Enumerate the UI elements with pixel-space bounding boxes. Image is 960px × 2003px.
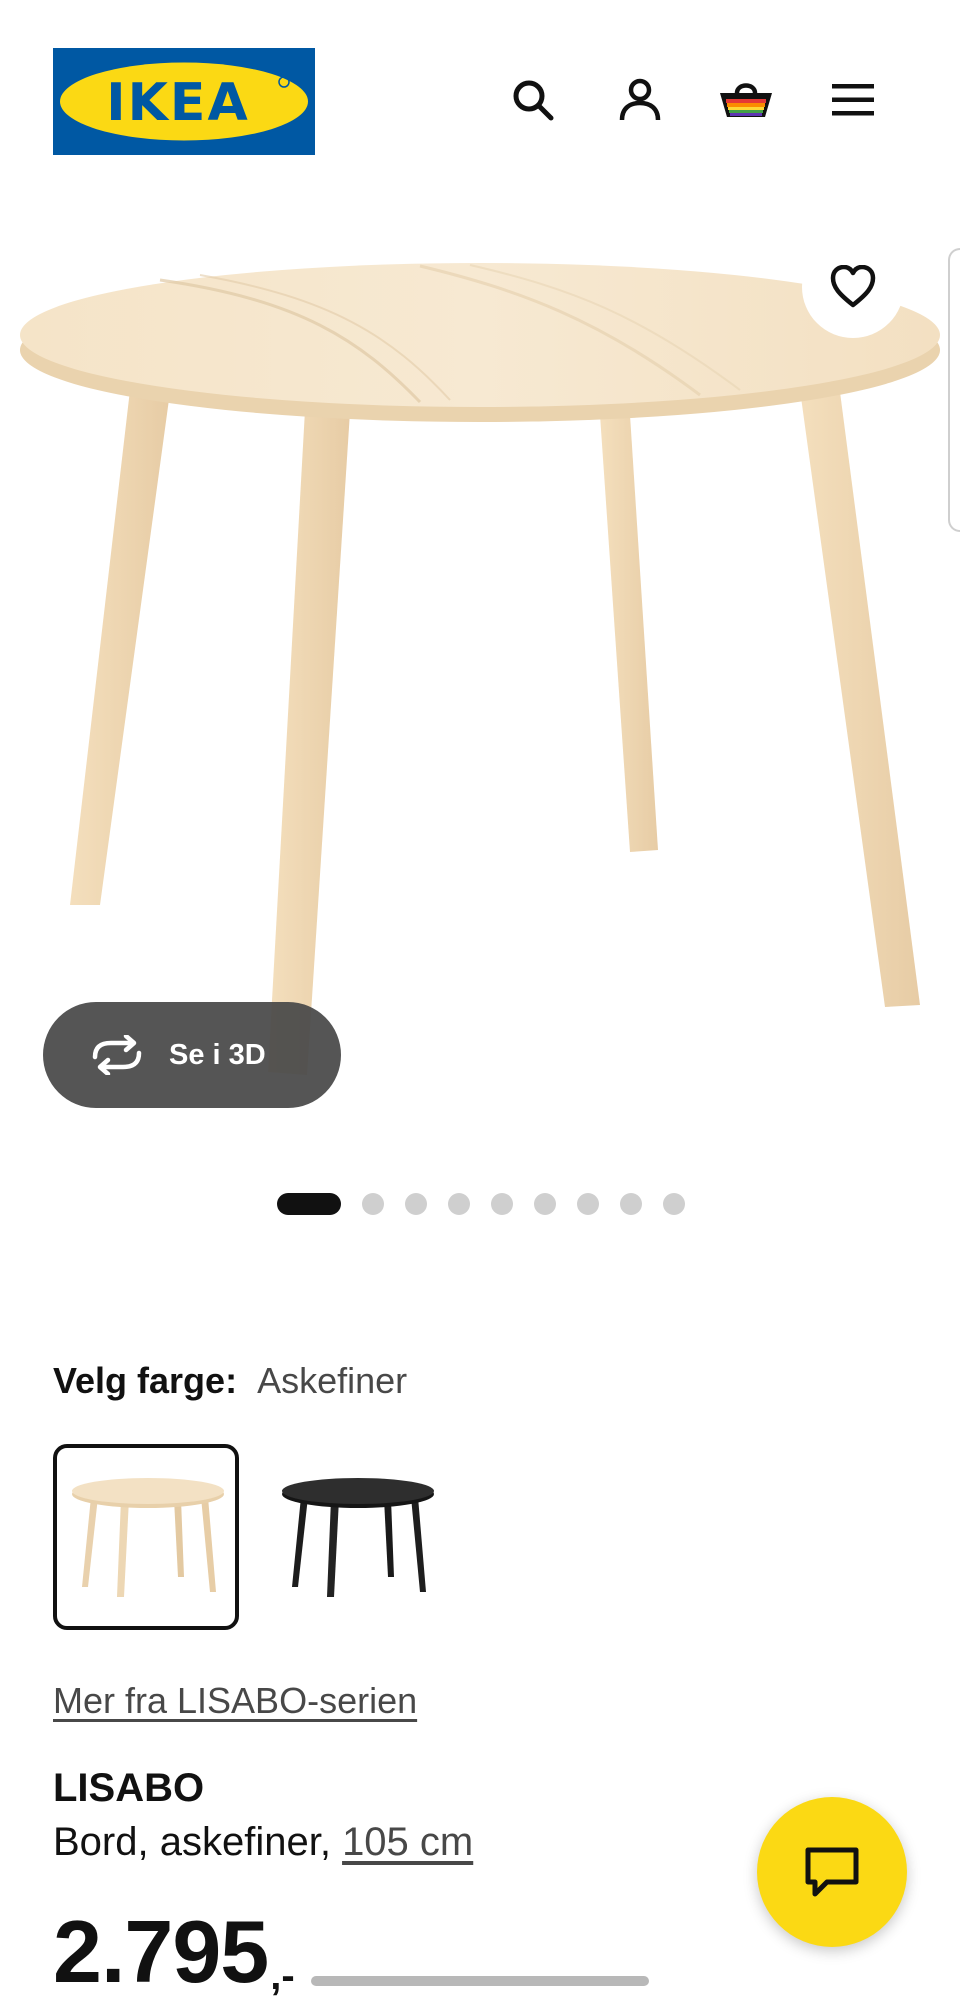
price-suffix: ,-	[270, 1954, 295, 1998]
color-option-black[interactable]	[263, 1444, 449, 1630]
see-in-3d-button[interactable]: Se i 3D	[43, 1002, 341, 1108]
see-in-3d-label: Se i 3D	[169, 1038, 266, 1071]
table-black-thumbnail	[282, 1478, 434, 1597]
pagination-dot-3[interactable]	[405, 1193, 427, 1215]
table-ash-thumbnail	[72, 1478, 224, 1597]
heart-icon	[830, 265, 876, 308]
favorite-button[interactable]	[802, 236, 904, 338]
pagination-dot-6[interactable]	[534, 1193, 556, 1215]
product-description-text: Bord, askefiner,	[53, 1820, 331, 1864]
pagination-dot-1[interactable]	[277, 1193, 341, 1215]
product-image	[20, 263, 940, 1075]
pagination-dot-9[interactable]	[663, 1193, 685, 1215]
product-description: Bord, askefiner, 105 cm	[53, 1820, 473, 1865]
series-link[interactable]: Mer fra LISABO-serien	[53, 1680, 417, 1722]
pagination-dot-2[interactable]	[362, 1193, 384, 1215]
chat-button[interactable]	[757, 1797, 907, 1947]
pagination-dot-4[interactable]	[448, 1193, 470, 1215]
product-price: 2.795 ,-	[53, 1902, 295, 2001]
color-label: Velg farge:	[53, 1360, 238, 1401]
pagination-dot-7[interactable]	[577, 1193, 599, 1215]
price-amount: 2.795	[53, 1902, 269, 2001]
product-name: LISABO	[53, 1766, 205, 1810]
side-panel-edge	[948, 248, 960, 532]
pagination-dot-8[interactable]	[620, 1193, 642, 1215]
pagination-dot-5[interactable]	[491, 1193, 513, 1215]
selected-color-value: Askefiner	[257, 1360, 408, 1401]
color-option-askefiner[interactable]	[53, 1444, 239, 1630]
scroll-indicator[interactable]	[311, 1976, 649, 1986]
gallery-pagination	[277, 1192, 685, 1216]
chat-icon	[805, 1847, 859, 1897]
color-selector-header: Velg farge: Askefiner	[53, 1360, 407, 1402]
size-link[interactable]: 105 cm	[342, 1820, 473, 1864]
rotate-3d-icon	[92, 1035, 142, 1075]
